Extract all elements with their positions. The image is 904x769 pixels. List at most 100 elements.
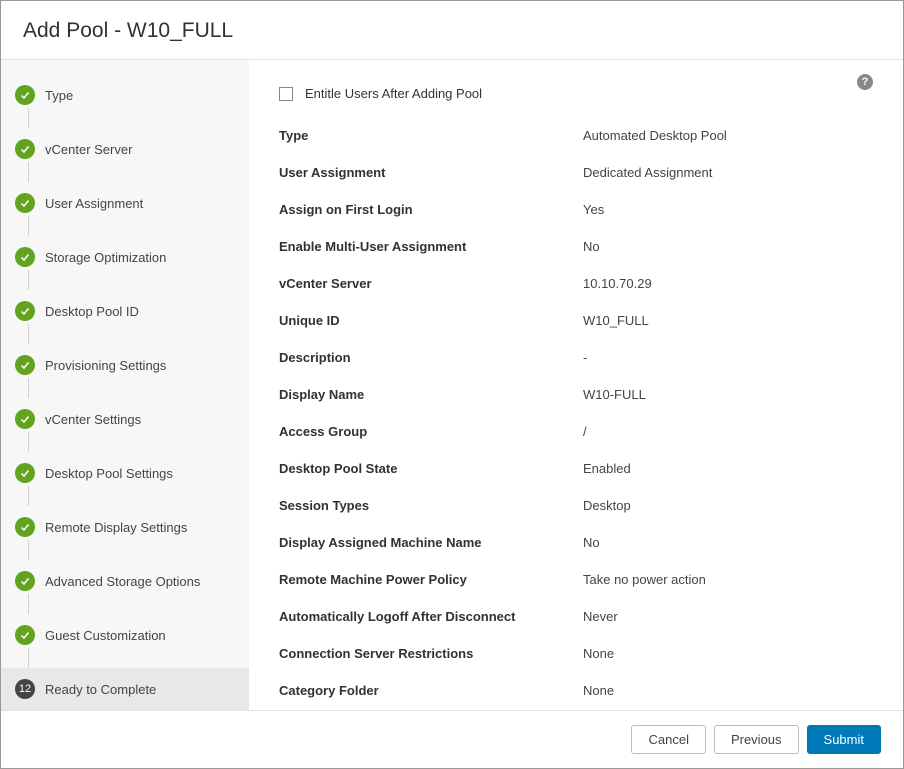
- summary-value: None: [583, 683, 869, 698]
- wizard-steps: Type vCenter Server User Assignment Storage…: [1, 74, 249, 710]
- cancel-button[interactable]: Cancel: [631, 725, 705, 754]
- summary-label: Desktop Pool State: [279, 461, 583, 476]
- step-connector: [28, 540, 29, 560]
- step-label: vCenter Settings: [45, 412, 141, 427]
- wizard-step[interactable]: Desktop Pool Settings: [1, 452, 249, 494]
- step-connector: [28, 486, 29, 506]
- summary-value: Desktop: [583, 498, 869, 513]
- summary-label: Display Name: [279, 387, 583, 402]
- summary-row: Access Group/: [279, 413, 869, 450]
- step-connector: [28, 648, 29, 668]
- help-icon[interactable]: ?: [857, 74, 873, 90]
- step-label: User Assignment: [45, 196, 143, 211]
- previous-button[interactable]: Previous: [714, 725, 799, 754]
- summary-value: W10-FULL: [583, 387, 869, 402]
- wizard-step[interactable]: vCenter Server: [1, 128, 249, 170]
- check-icon: [15, 355, 35, 375]
- wizard-step[interactable]: Type: [1, 74, 249, 116]
- check-icon: [15, 193, 35, 213]
- step-connector: [28, 270, 29, 290]
- summary-label: Access Group: [279, 424, 583, 439]
- check-icon: [15, 247, 35, 267]
- step-connector: [28, 594, 29, 614]
- summary-label: Category Folder: [279, 683, 583, 698]
- wizard-step[interactable]: 12Ready to Complete: [1, 668, 249, 710]
- summary-label: Assign on First Login: [279, 202, 583, 217]
- summary-value: W10_FULL: [583, 313, 869, 328]
- check-icon: [15, 625, 35, 645]
- step-label: Guest Customization: [45, 628, 166, 643]
- summary-value: None: [583, 646, 869, 661]
- step-label: Type: [45, 88, 73, 103]
- wizard-step[interactable]: User Assignment: [1, 182, 249, 224]
- summary-label: Remote Machine Power Policy: [279, 572, 583, 587]
- step-label: Remote Display Settings: [45, 520, 187, 535]
- modal-title: Add Pool - W10_FULL: [23, 19, 881, 43]
- entitle-users-row: Entitle Users After Adding Pool: [279, 86, 869, 101]
- summary-label: vCenter Server: [279, 276, 583, 291]
- summary-label: User Assignment: [279, 165, 583, 180]
- summary-value: Automated Desktop Pool: [583, 128, 869, 143]
- summary-value: -: [583, 350, 869, 365]
- step-label: Desktop Pool Settings: [45, 466, 173, 481]
- summary-label: Type: [279, 128, 583, 143]
- summary-row: User AssignmentDedicated Assignment: [279, 154, 869, 191]
- summary-row: Description-: [279, 339, 869, 376]
- step-label: vCenter Server: [45, 142, 132, 157]
- summary-row: Display Assigned Machine NameNo: [279, 524, 869, 561]
- summary-label: Automatically Logoff After Disconnect: [279, 609, 583, 624]
- summary-value: Enabled: [583, 461, 869, 476]
- check-icon: [15, 571, 35, 591]
- summary-content[interactable]: ? Entitle Users After Adding Pool TypeAu…: [249, 60, 903, 710]
- summary-row: Enable Multi-User AssignmentNo: [279, 228, 869, 265]
- step-connector: [28, 216, 29, 236]
- summary-row: Automatically Logoff After DisconnectNev…: [279, 598, 869, 635]
- summary-value: Dedicated Assignment: [583, 165, 869, 180]
- summary-label: Connection Server Restrictions: [279, 646, 583, 661]
- step-number-icon: 12: [15, 679, 35, 699]
- summary-row: Display NameW10-FULL: [279, 376, 869, 413]
- submit-button[interactable]: Submit: [807, 725, 881, 754]
- step-connector: [28, 324, 29, 344]
- wizard-step[interactable]: vCenter Settings: [1, 398, 249, 440]
- summary-row: Desktop Pool StateEnabled: [279, 450, 869, 487]
- step-label: Desktop Pool ID: [45, 304, 139, 319]
- summary-label: Description: [279, 350, 583, 365]
- wizard-step[interactable]: Guest Customization: [1, 614, 249, 656]
- wizard-sidebar[interactable]: Type vCenter Server User Assignment Storage…: [1, 60, 249, 710]
- summary-row: Unique IDW10_FULL: [279, 302, 869, 339]
- modal-footer: Cancel Previous Submit: [1, 710, 903, 768]
- wizard-step[interactable]: Provisioning Settings: [1, 344, 249, 386]
- summary-label: Enable Multi-User Assignment: [279, 239, 583, 254]
- summary-row: Remote Machine Power PolicyTake no power…: [279, 561, 869, 598]
- summary-row: Assign on First LoginYes: [279, 191, 869, 228]
- step-label: Advanced Storage Options: [45, 574, 200, 589]
- entitle-users-label: Entitle Users After Adding Pool: [305, 86, 482, 101]
- modal-header: Add Pool - W10_FULL: [1, 1, 903, 60]
- summary-row: TypeAutomated Desktop Pool: [279, 117, 869, 154]
- entitle-users-checkbox[interactable]: [279, 87, 293, 101]
- summary-row: Connection Server RestrictionsNone: [279, 635, 869, 672]
- summary-label: Session Types: [279, 498, 583, 513]
- wizard-step[interactable]: Desktop Pool ID: [1, 290, 249, 332]
- step-connector: [28, 108, 29, 128]
- summary-value: Take no power action: [583, 572, 869, 587]
- modal-dialog: Add Pool - W10_FULL Type vCenter Server Us…: [0, 0, 904, 769]
- check-icon: [15, 517, 35, 537]
- summary-label: Unique ID: [279, 313, 583, 328]
- summary-value: No: [583, 535, 869, 550]
- modal-body: Type vCenter Server User Assignment Storage…: [1, 60, 903, 710]
- wizard-step[interactable]: Remote Display Settings: [1, 506, 249, 548]
- summary-value: Yes: [583, 202, 869, 217]
- wizard-step[interactable]: Storage Optimization: [1, 236, 249, 278]
- summary-value: No: [583, 239, 869, 254]
- step-connector: [28, 378, 29, 398]
- check-icon: [15, 85, 35, 105]
- summary-value: /: [583, 424, 869, 439]
- step-label: Storage Optimization: [45, 250, 166, 265]
- summary-label: Display Assigned Machine Name: [279, 535, 583, 550]
- check-icon: [15, 139, 35, 159]
- summary-value: 10.10.70.29: [583, 276, 869, 291]
- check-icon: [15, 463, 35, 483]
- wizard-step[interactable]: Advanced Storage Options: [1, 560, 249, 602]
